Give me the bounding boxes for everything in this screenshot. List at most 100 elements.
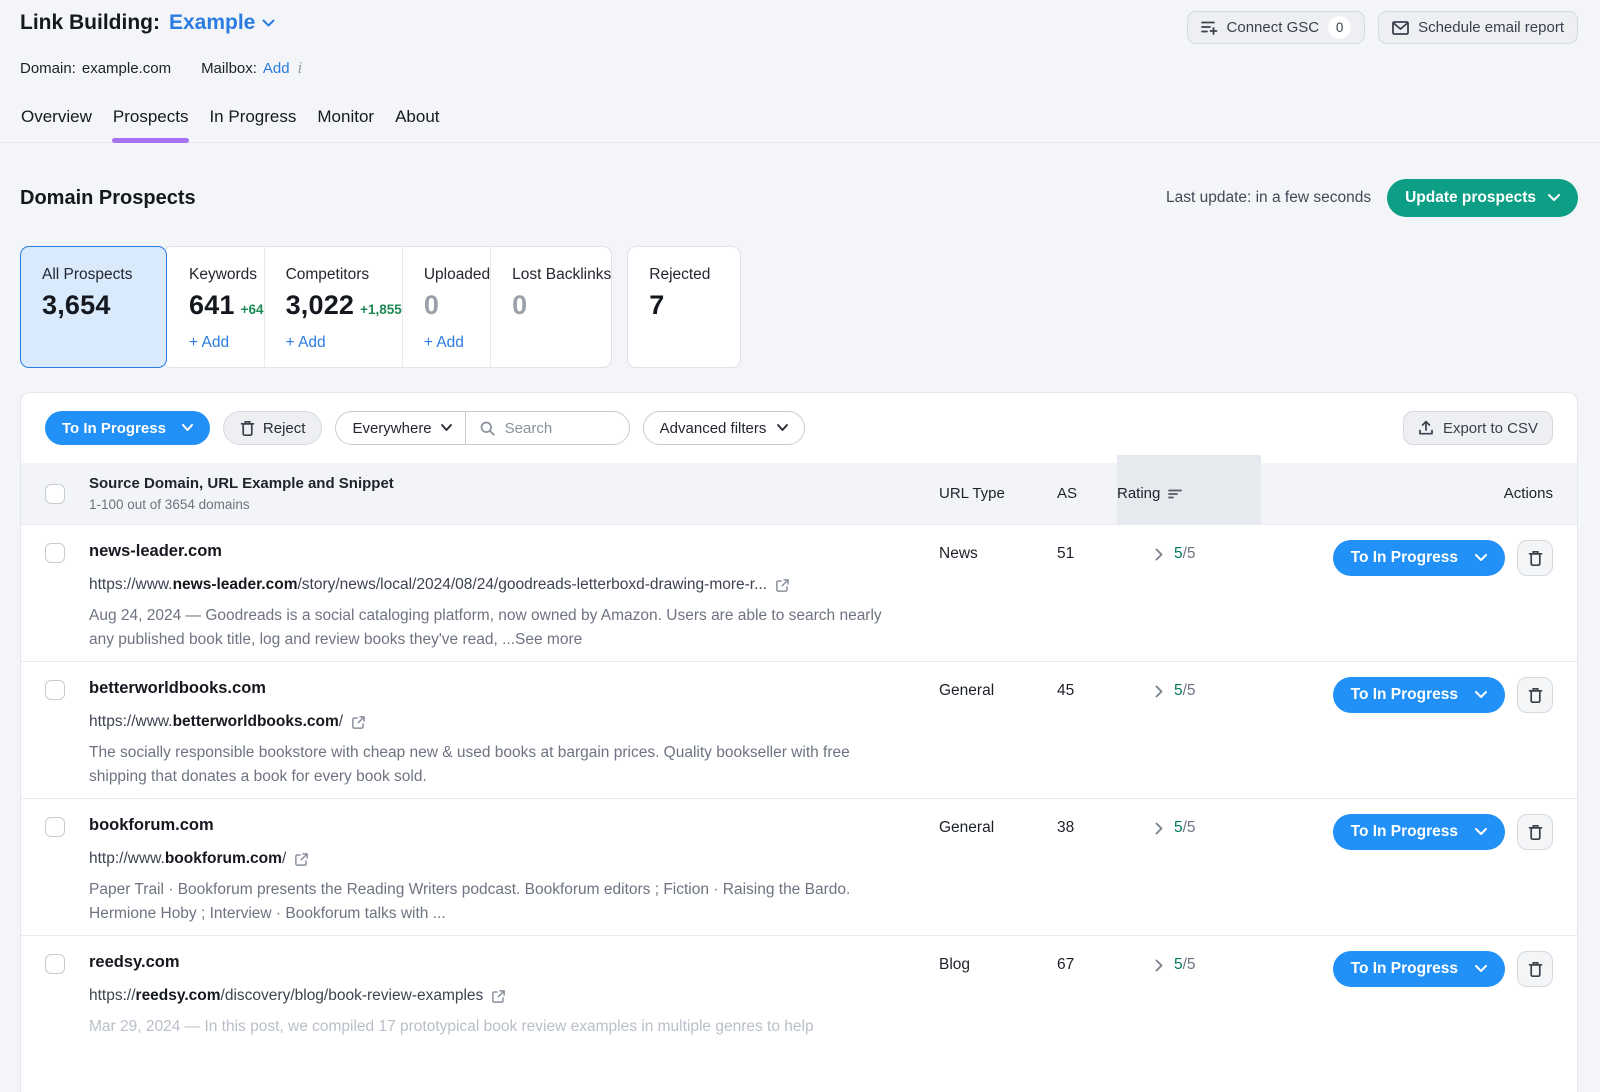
card-lost-backlinks[interactable]: Lost Backlinks 0 bbox=[490, 247, 611, 367]
chevron-right-icon[interactable] bbox=[1155, 548, 1164, 561]
card-competitors[interactable]: Competitors 3,022 +1,855 + Add bbox=[264, 247, 402, 367]
card-rejected[interactable]: Rejected 7 bbox=[627, 246, 741, 368]
row-checkbox[interactable] bbox=[45, 954, 65, 974]
project-name: Example bbox=[169, 11, 255, 35]
url-example[interactable]: https://www.news-leader.com/story/news/l… bbox=[89, 576, 939, 594]
tab-about[interactable]: About bbox=[394, 103, 440, 142]
trash-icon bbox=[1528, 824, 1543, 841]
add-link[interactable]: + Add bbox=[424, 334, 490, 352]
info-icon[interactable]: i bbox=[296, 59, 303, 77]
column-rating-sort[interactable]: Rating bbox=[1117, 455, 1261, 524]
as-value: 67 bbox=[1057, 956, 1117, 974]
reject-button[interactable]: Reject bbox=[223, 411, 323, 445]
chevron-down-icon bbox=[1548, 194, 1560, 202]
card-all-prospects[interactable]: All Prospects 3,654 bbox=[20, 246, 167, 368]
external-link-icon[interactable] bbox=[294, 852, 309, 867]
url-example[interactable]: https://www.betterworldbooks.com/ bbox=[89, 713, 939, 731]
trash-icon bbox=[240, 420, 255, 437]
delete-row-button[interactable] bbox=[1517, 814, 1553, 850]
external-link-icon[interactable] bbox=[351, 715, 366, 730]
as-value: 45 bbox=[1057, 682, 1117, 700]
trash-icon bbox=[1528, 550, 1543, 567]
rating-cell[interactable]: 5/5 bbox=[1117, 956, 1261, 974]
update-prospects-button[interactable]: Update prospects bbox=[1387, 179, 1578, 217]
column-url-type: URL Type bbox=[939, 485, 1057, 502]
chevron-right-icon[interactable] bbox=[1155, 959, 1164, 972]
advanced-filters-button[interactable]: Advanced filters bbox=[643, 411, 806, 445]
mailbox-label: Mailbox: bbox=[201, 60, 257, 77]
page-title: Link Building: bbox=[20, 11, 160, 35]
connect-gsc-button[interactable]: Connect GSC 0 bbox=[1187, 11, 1366, 44]
row-checkbox[interactable] bbox=[45, 817, 65, 837]
page-header: Link Building: Example Connect GSC 0 bbox=[20, 0, 1578, 44]
column-source-domain: Source Domain, URL Example and Snippet bbox=[89, 475, 939, 492]
table-row: betterworldbooks.com https://www.betterw… bbox=[21, 661, 1577, 798]
sort-icon bbox=[1168, 489, 1182, 499]
rating-cell[interactable]: 5/5 bbox=[1117, 819, 1261, 837]
snippet: The socially responsible bookstore with … bbox=[89, 741, 907, 788]
table-toolbar: To In Progress Reject Everywhere bbox=[21, 393, 1577, 463]
url-example[interactable]: http://www.bookforum.com/ bbox=[89, 850, 939, 868]
external-link-icon[interactable] bbox=[491, 989, 506, 1004]
search-group: Everywhere bbox=[335, 411, 629, 445]
delete-row-button[interactable] bbox=[1517, 677, 1553, 713]
section-head: Domain Prospects Last update: in a few s… bbox=[20, 170, 1578, 226]
email-icon bbox=[1392, 21, 1409, 35]
connect-gsc-count-badge: 0 bbox=[1328, 16, 1351, 39]
table-row: news-leader.com https://www.news-leader.… bbox=[21, 524, 1577, 661]
to-in-progress-bulk-button[interactable]: To In Progress bbox=[45, 411, 210, 445]
to-in-progress-row-button[interactable]: To In Progress bbox=[1333, 677, 1505, 713]
tab-monitor[interactable]: Monitor bbox=[316, 103, 375, 142]
update-prospects-label: Update prospects bbox=[1405, 189, 1536, 207]
to-in-progress-row-button[interactable]: To In Progress bbox=[1333, 951, 1505, 987]
source-domain: bookforum.com bbox=[89, 816, 939, 835]
rating-cell[interactable]: 5/5 bbox=[1117, 682, 1261, 700]
link-building-page: Link Building: Example Connect GSC 0 bbox=[0, 0, 1600, 1092]
search-scope-select[interactable]: Everywhere bbox=[336, 412, 464, 444]
delete-row-button[interactable] bbox=[1517, 540, 1553, 576]
url-example[interactable]: https://reedsy.com/discovery/blog/book-r… bbox=[89, 987, 939, 1005]
trash-icon bbox=[1528, 961, 1543, 978]
tab-overview[interactable]: Overview bbox=[20, 103, 93, 142]
chevron-right-icon[interactable] bbox=[1155, 685, 1164, 698]
add-link[interactable]: + Add bbox=[286, 334, 402, 352]
mailbox-add-link[interactable]: Add bbox=[263, 60, 290, 77]
search-input[interactable] bbox=[503, 419, 615, 438]
table-row: bookforum.com http://www.bookforum.com/ … bbox=[21, 798, 1577, 935]
row-checkbox[interactable] bbox=[45, 680, 65, 700]
select-all-checkbox[interactable] bbox=[45, 484, 65, 504]
project-selector[interactable]: Example bbox=[169, 11, 275, 35]
row-checkbox[interactable] bbox=[45, 543, 65, 563]
delete-row-button[interactable] bbox=[1517, 951, 1553, 987]
connect-gsc-label: Connect GSC bbox=[1227, 19, 1320, 36]
project-meta: Domain: example.com Mailbox: Add i bbox=[20, 59, 1578, 77]
chevron-down-icon bbox=[182, 424, 193, 432]
snippet: Aug 24, 2024 — Goodreads is a social cat… bbox=[89, 604, 907, 651]
add-link[interactable]: + Add bbox=[189, 334, 264, 352]
external-link-icon[interactable] bbox=[775, 578, 790, 593]
chevron-right-icon[interactable] bbox=[1155, 822, 1164, 835]
card-keywords[interactable]: Keywords 641 +64 + Add bbox=[168, 247, 264, 367]
table-header: Source Domain, URL Example and Snippet 1… bbox=[21, 463, 1577, 524]
table-row: reedsy.com https://reedsy.com/discovery/… bbox=[21, 935, 1577, 1072]
chevron-down-icon bbox=[1475, 965, 1487, 973]
rating-cell[interactable]: 5/5 bbox=[1117, 545, 1261, 563]
tab-prospects[interactable]: Prospects bbox=[112, 103, 190, 142]
url-type-value: Blog bbox=[939, 956, 1057, 974]
section-title: Domain Prospects bbox=[20, 187, 196, 210]
trash-icon bbox=[1528, 687, 1543, 704]
url-type-value: General bbox=[939, 682, 1057, 700]
chevron-down-icon bbox=[441, 424, 452, 432]
column-as: AS bbox=[1057, 485, 1117, 502]
tab-in-progress[interactable]: In Progress bbox=[208, 103, 297, 142]
to-in-progress-row-button[interactable]: To In Progress bbox=[1333, 814, 1505, 850]
snippet: Mar 29, 2024 — In this post, we compiled… bbox=[89, 1015, 907, 1039]
chevron-down-icon bbox=[777, 424, 788, 432]
to-in-progress-row-button[interactable]: To In Progress bbox=[1333, 540, 1505, 576]
chevron-down-icon bbox=[1475, 691, 1487, 699]
export-to-csv-button[interactable]: Export to CSV bbox=[1403, 411, 1553, 445]
chevron-down-icon bbox=[262, 19, 275, 28]
url-type-value: General bbox=[939, 819, 1057, 837]
card-uploaded[interactable]: Uploaded 0 + Add bbox=[402, 247, 490, 367]
schedule-email-report-button[interactable]: Schedule email report bbox=[1378, 11, 1578, 44]
